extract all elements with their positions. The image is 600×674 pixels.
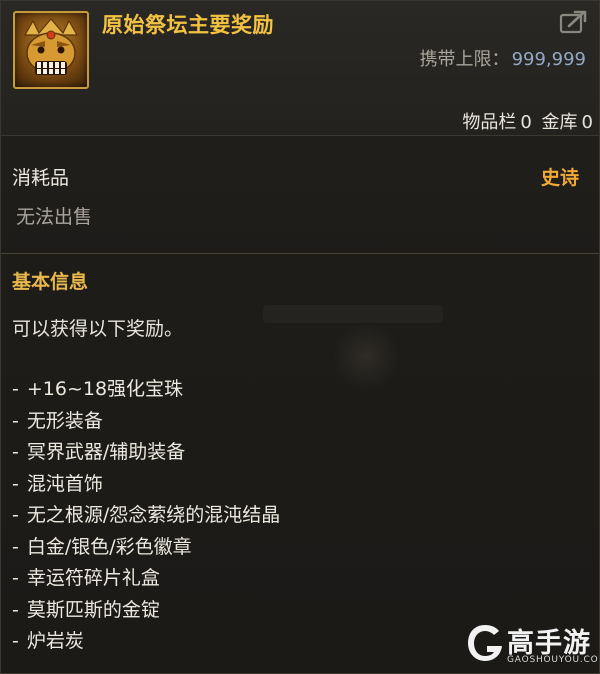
watermark-logo: 高手游 GAOSHOUYOU.COM — [465, 621, 599, 669]
background-faded-text — [263, 305, 443, 323]
section-title-basic-info: 基本信息 — [12, 271, 89, 293]
carry-limit: 携带上限： 999,999 — [420, 45, 586, 71]
reward-item: - 冥界武器/辅助装备 — [12, 441, 186, 463]
item-rarity: 史诗 — [540, 167, 579, 189]
inventory-label: 物品栏 — [462, 112, 517, 133]
item-category: 消耗品 — [12, 167, 70, 189]
inventory-count: 0 — [520, 112, 532, 133]
reward-item: - 炉岩炭 — [12, 630, 84, 652]
carry-limit-label: 携带上限： — [419, 49, 510, 70]
background-emblem — [331, 321, 401, 391]
storage-counts: 物品栏 0 金库 0 — [458, 108, 593, 134]
gaoshouyou-logo-icon — [468, 625, 502, 661]
item-tooltip: 原始祭坛主要奖励 携带上限： 999,999 物品栏 0 金库 0 消耗品 史诗 无法… — [0, 0, 600, 674]
reward-item: - 无之根源/怨念萦绕的混沌结晶 — [12, 504, 281, 526]
reward-item: - 混沌首饰 — [12, 472, 103, 495]
storage-label: 金库 — [541, 112, 578, 133]
tooltip-header: 原始祭坛主要奖励 携带上限： 999,999 物品栏 0 金库 0 — [1, 1, 599, 136]
trade-restriction: 无法出售 — [16, 206, 93, 228]
share-icon[interactable] — [559, 9, 589, 35]
reward-item: - 白金/银色/彩色徽章 — [12, 535, 192, 558]
carry-limit-value: 999,999 — [511, 49, 586, 70]
reward-item: - 幸运符碎片礼盒 — [12, 567, 160, 589]
reward-item: - +16~18强化宝珠 — [12, 378, 184, 400]
storage-count: 0 — [581, 112, 593, 133]
golden-demon-mask-icon[interactable] — [13, 11, 89, 89]
reward-list: - +16~18强化宝珠 - 无形装备 - 冥界武器/辅助装备 - 混沌首饰 - 无之根源… — [12, 374, 280, 658]
reward-item: - 莫斯匹斯的金锭 — [12, 598, 160, 621]
watermark-domain: GAOSHOUYOU.COM — [507, 655, 600, 665]
reward-item: - 无形装备 — [12, 409, 103, 432]
item-description: 可以获得以下奖励。 — [12, 318, 184, 340]
category-section: 消耗品 史诗 无法出售 — [1, 135, 599, 323]
item-name: 原始祭坛主要奖励 — [102, 13, 274, 37]
